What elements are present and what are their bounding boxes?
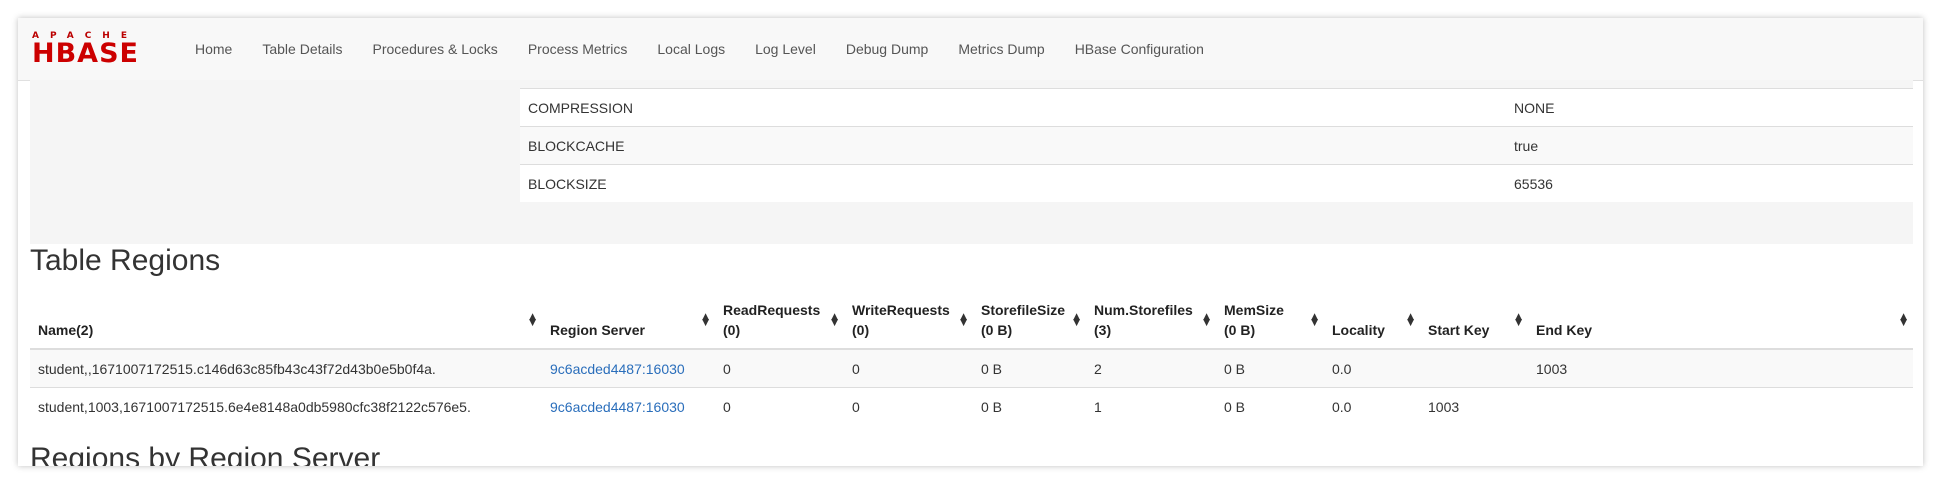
navbar: APACHE HBASE Home Table Details Procedur… xyxy=(18,18,1923,81)
sort-icon[interactable]: ▲ ▼ xyxy=(529,313,536,328)
num-storefiles: 2 xyxy=(1086,348,1216,388)
regions-header-row: Name(2) ▲ ▼ Region Server ▲ ▼ ReadRequests (0… xyxy=(30,292,1913,350)
header-line1: WriteRequests xyxy=(852,302,950,318)
col-header-start-key[interactable]: Start Key ▲ ▼ xyxy=(1420,292,1528,350)
end-key xyxy=(1528,387,1913,425)
sort-icon[interactable]: ▲ ▼ xyxy=(1311,313,1318,328)
table-regions-title: Table Regions xyxy=(30,244,221,277)
col-header-name[interactable]: Name(2) ▲ ▼ xyxy=(30,292,542,350)
sort-icon[interactable]: ▲ ▼ xyxy=(831,313,838,328)
header-line2: End Key xyxy=(1536,322,1593,338)
memsize: 0 B xyxy=(1216,387,1324,425)
write-requests: 0 xyxy=(844,348,973,388)
col-header-write-requests[interactable]: WriteRequests (0) ▲ ▼ xyxy=(844,292,973,350)
read-requests: 0 xyxy=(715,387,844,425)
end-key: 1003 xyxy=(1528,348,1913,388)
header-line2: (0) xyxy=(723,322,741,338)
locality: 0.0 xyxy=(1324,348,1420,388)
sort-icon[interactable]: ▲ ▼ xyxy=(960,313,967,328)
table-properties-panel: COMPRESSION NONE BLOCKCACHE true BLOCKSI… xyxy=(30,80,1913,244)
region-server-link[interactable]: 9c6acded4487:16030 xyxy=(550,361,685,377)
start-key xyxy=(1420,348,1528,388)
region-server-cell: 9c6acded4487:16030 xyxy=(542,387,715,425)
property-key: COMPRESSION xyxy=(520,88,1506,127)
nav-local-logs[interactable]: Local Logs xyxy=(642,18,740,80)
nav-metrics-dump[interactable]: Metrics Dump xyxy=(943,18,1059,80)
col-header-read-requests[interactable]: ReadRequests (0) ▲ ▼ xyxy=(715,292,844,350)
sort-icon[interactable]: ▲ ▼ xyxy=(702,313,709,328)
write-requests: 0 xyxy=(844,387,973,425)
region-server-cell: 9c6acded4487:16030 xyxy=(542,348,715,388)
locality: 0.0 xyxy=(1324,387,1420,425)
header-line1: StorefileSize xyxy=(981,302,1066,318)
sort-icon[interactable]: ▲ ▼ xyxy=(1203,313,1210,328)
nav-table-details[interactable]: Table Details xyxy=(247,18,357,80)
property-row: BLOCKSIZE 65536 xyxy=(520,164,1913,202)
header-line2: (0) xyxy=(852,322,870,338)
memsize: 0 B xyxy=(1216,348,1324,388)
col-header-num-storefiles[interactable]: Num.Storefiles (3) ▲ ▼ xyxy=(1086,292,1216,350)
header-line1: Num.Storefiles xyxy=(1094,302,1193,318)
browser-frame: APACHE HBASE Home Table Details Procedur… xyxy=(18,18,1923,466)
header-line1: MemSize xyxy=(1224,302,1284,318)
sort-icon[interactable]: ▲ ▼ xyxy=(1900,313,1907,328)
table-row: student,1003,1671007172515.6e4e8148a0db5… xyxy=(30,387,1913,425)
nav-process-metrics[interactable]: Process Metrics xyxy=(513,18,643,80)
property-row: COMPRESSION NONE xyxy=(520,88,1913,127)
header-line2: (3) xyxy=(1094,322,1112,338)
property-key: BLOCKSIZE xyxy=(520,164,1506,202)
property-value: 65536 xyxy=(1506,164,1913,202)
sort-icon[interactable]: ▲ ▼ xyxy=(1073,313,1080,328)
header-line1: ReadRequests xyxy=(723,302,821,318)
storefile-size: 0 B xyxy=(973,387,1086,425)
table-row: student,,1671007172515.c146d63c85fb43c43… xyxy=(30,348,1913,388)
region-server-link[interactable]: 9c6acded4487:16030 xyxy=(550,399,685,415)
start-key: 1003 xyxy=(1420,387,1528,425)
regions-by-server-title: Regions by Region Server xyxy=(30,442,381,466)
col-header-memsize[interactable]: MemSize (0 B) ▲ ▼ xyxy=(1216,292,1324,350)
property-value: NONE xyxy=(1506,88,1913,127)
property-key: BLOCKCACHE xyxy=(520,126,1506,165)
header-line2: Region Server xyxy=(550,322,645,338)
logo-hbase-text: HBASE xyxy=(32,38,139,69)
property-value: true xyxy=(1506,126,1913,165)
storefile-size: 0 B xyxy=(973,348,1086,388)
hbase-logo[interactable]: APACHE HBASE xyxy=(32,31,166,67)
nav-procedures-locks[interactable]: Procedures & Locks xyxy=(358,18,513,80)
header-line2: Locality xyxy=(1332,322,1385,338)
nav-menu: Home Table Details Procedures & Locks Pr… xyxy=(180,18,1219,80)
col-header-locality[interactable]: Locality ▲ ▼ xyxy=(1324,292,1420,350)
nav-debug-dump[interactable]: Debug Dump xyxy=(831,18,944,80)
col-header-region-server[interactable]: Region Server ▲ ▼ xyxy=(542,292,715,350)
header-line2: Name(2) xyxy=(38,322,94,338)
col-header-end-key[interactable]: End Key ▲ ▼ xyxy=(1528,292,1913,350)
region-name: student,1003,1671007172515.6e4e8148a0db5… xyxy=(30,387,542,425)
read-requests: 0 xyxy=(715,348,844,388)
header-line2: Start Key xyxy=(1428,322,1490,338)
property-row: BLOCKCACHE true xyxy=(520,126,1913,165)
header-line2: (0 B) xyxy=(1224,322,1256,338)
col-header-storefile-size[interactable]: StorefileSize (0 B) ▲ ▼ xyxy=(973,292,1086,350)
nav-home[interactable]: Home xyxy=(180,18,247,80)
properties-table: COMPRESSION NONE BLOCKCACHE true BLOCKSI… xyxy=(520,88,1913,202)
nav-hbase-configuration[interactable]: HBase Configuration xyxy=(1060,18,1219,80)
region-name: student,,1671007172515.c146d63c85fb43c43… xyxy=(30,348,542,388)
header-line2: (0 B) xyxy=(981,322,1013,338)
sort-icon[interactable]: ▲ ▼ xyxy=(1515,313,1522,328)
regions-table: Name(2) ▲ ▼ Region Server ▲ ▼ ReadRequests (0… xyxy=(30,292,1913,425)
sort-icon[interactable]: ▲ ▼ xyxy=(1407,313,1414,328)
nav-log-level[interactable]: Log Level xyxy=(740,18,831,80)
num-storefiles: 1 xyxy=(1086,387,1216,425)
